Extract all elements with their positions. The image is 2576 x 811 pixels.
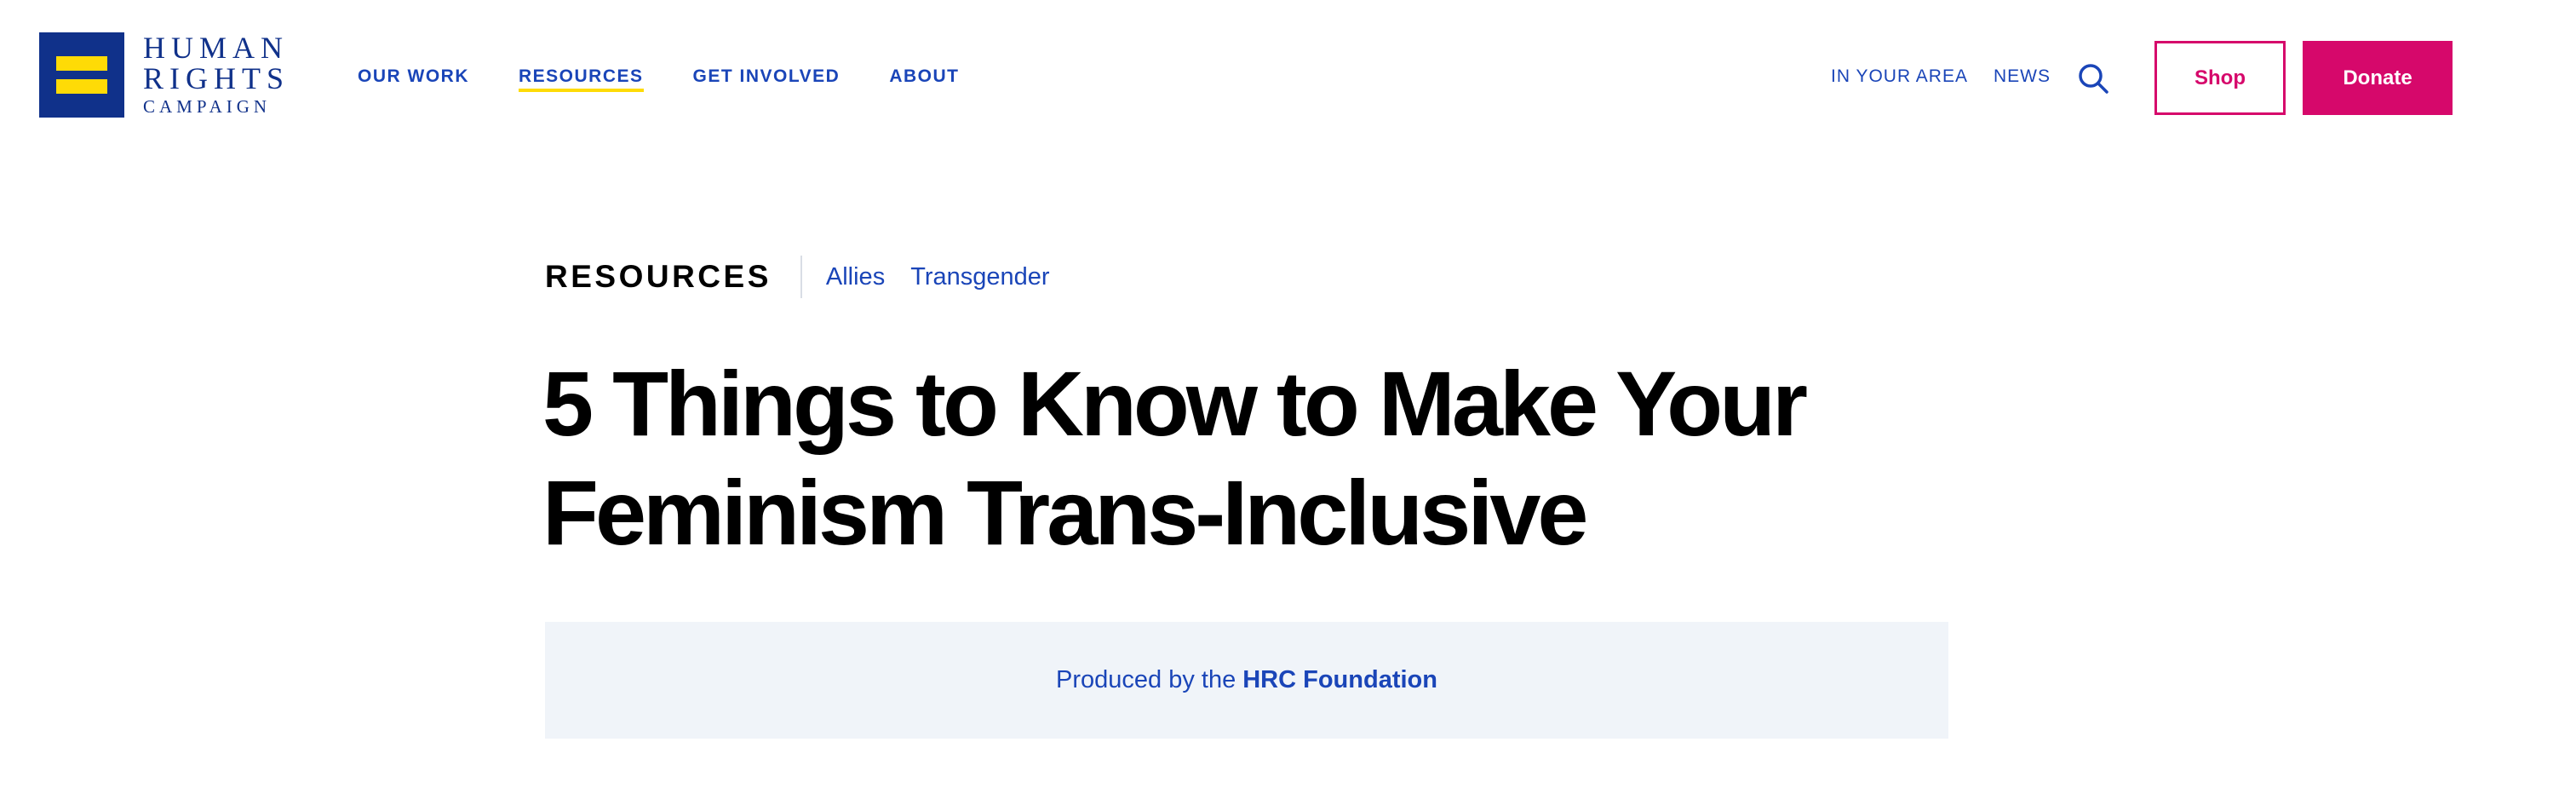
nav-our-work[interactable]: OUR WORK <box>358 66 469 92</box>
nav-resources[interactable]: RESOURCES <box>519 66 644 92</box>
logo-line-2: RIGHTS <box>143 61 290 95</box>
hrc-foundation-link[interactable]: HRC Foundation <box>1242 666 1437 694</box>
tag-allies[interactable]: Allies <box>826 263 885 291</box>
search-icon <box>2079 64 2108 94</box>
in-your-area-link[interactable]: IN YOUR AREA <box>1831 66 1968 87</box>
tag-transgender[interactable]: Transgender <box>910 263 1049 291</box>
shop-button[interactable]: Shop <box>2154 41 2286 115</box>
nav-about[interactable]: ABOUT <box>889 66 959 92</box>
logo-bar-top <box>56 56 107 71</box>
article-category-bar: RESOURCES Allies Transgender <box>545 256 1076 298</box>
article-title: 5 Things to Know to Make Your Feminism T… <box>542 352 1808 564</box>
main-nav: OUR WORK RESOURCES GET INVOLVED ABOUT <box>358 66 960 92</box>
nav-get-involved[interactable]: GET INVOLVED <box>693 66 840 92</box>
search-button[interactable] <box>2076 61 2110 95</box>
donate-button[interactable]: Donate <box>2303 41 2453 115</box>
produced-by-banner: Produced by the HRC Foundation <box>545 622 1948 739</box>
site-header: HUMAN RIGHTS CAMPAIGN OUR WORK RESOURCES… <box>0 0 2576 153</box>
utility-nav: IN YOUR AREA NEWS <box>1831 66 2051 87</box>
produced-by-text: Produced by the <box>1056 666 1236 693</box>
news-link[interactable]: NEWS <box>1994 66 2051 87</box>
logo-line-1: HUMAN <box>143 31 290 65</box>
logo-line-3: CAMPAIGN <box>143 96 272 117</box>
equality-logo-icon <box>39 32 124 118</box>
logo-wordmark: HUMAN RIGHTS CAMPAIGN <box>143 32 290 118</box>
section-label: RESOURCES <box>545 259 772 294</box>
logo-bar-bottom <box>56 79 107 94</box>
category-divider <box>800 256 802 298</box>
hrc-logo[interactable]: HUMAN RIGHTS CAMPAIGN <box>39 32 290 118</box>
